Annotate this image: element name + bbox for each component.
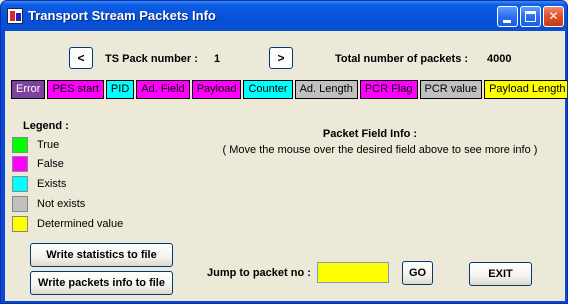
- packet-fields-bar: Error PES start PID Ad. Field Payload Co…: [11, 80, 567, 99]
- go-button[interactable]: GO: [402, 261, 433, 285]
- field-pes-start[interactable]: PES start: [47, 80, 104, 99]
- ts-pack-value: 1: [214, 53, 221, 65]
- packet-field-info-title: Packet Field Info :: [322, 128, 418, 140]
- jump-to-packet-input[interactable]: [317, 262, 389, 283]
- window-title: Transport Stream Packets Info: [28, 8, 216, 23]
- close-icon: ✕: [548, 9, 559, 23]
- close-button[interactable]: ✕: [543, 6, 564, 27]
- field-pcr-value[interactable]: PCR value: [419, 80, 483, 99]
- legend-label-false: False: [37, 158, 64, 170]
- legend-label-true: True: [37, 139, 60, 151]
- write-packets-info-button[interactable]: Write packets info to file: [30, 271, 173, 295]
- app-icon[interactable]: [7, 8, 23, 24]
- ts-pack-label: TS Pack number :: [105, 53, 198, 65]
- write-statistics-button[interactable]: Write statistics to file: [30, 243, 173, 267]
- exit-button[interactable]: EXIT: [469, 262, 532, 286]
- maximize-button[interactable]: [520, 6, 541, 27]
- legend-label-determined: Determined value: [37, 218, 124, 230]
- field-ad-length[interactable]: Ad. Length: [294, 80, 358, 99]
- main-window: Transport Stream Packets Info ✕ < TS Pac…: [0, 0, 568, 304]
- field-error[interactable]: Error: [11, 80, 46, 99]
- total-packets-label: Total number of packets :: [335, 53, 469, 65]
- field-ad-field[interactable]: Ad. Field: [136, 80, 190, 99]
- jump-to-packet-label: Jump to packet no :: [207, 267, 311, 279]
- minimize-button[interactable]: [497, 6, 518, 27]
- legend-swatch-exists: [12, 176, 28, 192]
- title-bar[interactable]: Transport Stream Packets Info ✕: [1, 1, 567, 31]
- field-payload[interactable]: Payload: [191, 80, 242, 99]
- packet-field-info-hint: ( Move the mouse over the desired field …: [222, 144, 538, 156]
- field-pid[interactable]: PID: [105, 80, 135, 99]
- minimize-icon: [503, 20, 511, 23]
- next-packet-button[interactable]: >: [269, 47, 293, 69]
- legend-label-exists: Exists: [37, 178, 67, 190]
- legend-swatch-determined: [12, 216, 28, 232]
- total-packets-value: 4000: [487, 53, 512, 65]
- field-payload-length[interactable]: Payload Length: [484, 80, 567, 99]
- client-area: < TS Pack number : 1 > Total number of p…: [5, 31, 567, 301]
- legend-swatch-not-exists: [12, 196, 28, 212]
- maximize-icon: [525, 11, 536, 22]
- field-pcr-flag[interactable]: PCR Flag: [359, 80, 418, 99]
- prev-packet-button[interactable]: <: [69, 47, 93, 69]
- field-counter[interactable]: Counter: [243, 80, 293, 99]
- legend-swatch-true: [12, 137, 28, 153]
- legend-label-not-exists: Not exists: [37, 198, 86, 210]
- legend-title: Legend :: [23, 120, 69, 132]
- legend-swatch-false: [12, 156, 28, 172]
